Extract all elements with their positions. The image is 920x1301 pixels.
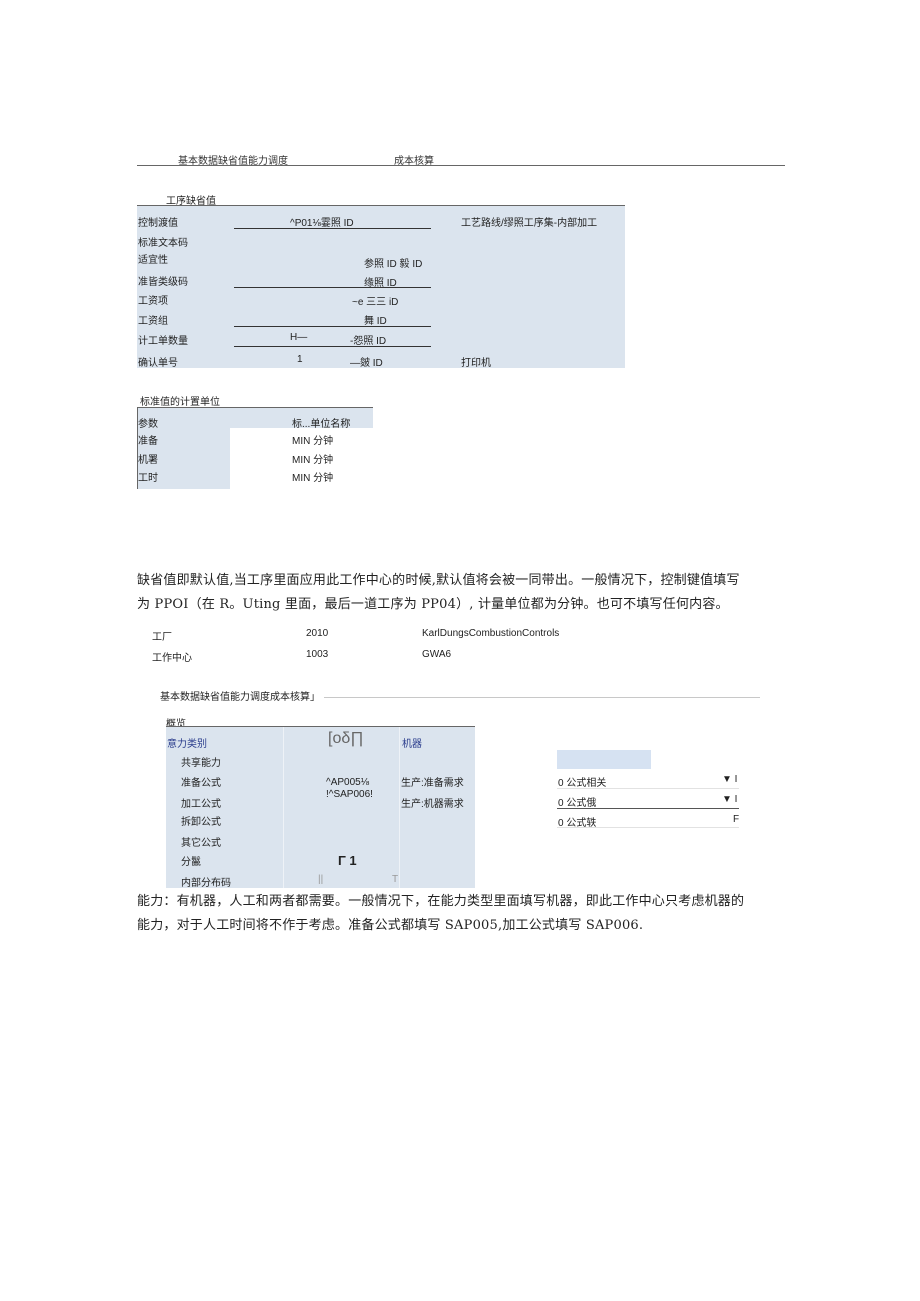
formula-side-input[interactable]	[557, 750, 651, 769]
paragraph-defaults-explanation: 缺省值即默认值,当工序里面应用此工作中心的时候,默认值将会被一同带出。一般情况下…	[137, 569, 787, 617]
units-row-unit[interactable]: MIN 分钟	[292, 451, 333, 466]
wage-group-label: 工资组	[138, 316, 168, 327]
suitability-field[interactable]: 参照 ID 毅 ID	[364, 255, 422, 270]
control-key-field[interactable]: ^P01⅛霎照 ID	[290, 214, 354, 229]
distribution-key-field[interactable]: ||	[318, 874, 323, 885]
units-row-param: 准备	[138, 436, 158, 447]
distribution-key-marker: T	[392, 874, 399, 885]
capacity-category-field[interactable]: [oδ∏	[328, 730, 363, 748]
formula-side-divider	[557, 808, 739, 809]
units-section-title: 标准值的计置单位	[140, 397, 220, 408]
control-key-description: 工艺路线/缪照工序集-内部加工	[461, 218, 598, 229]
paragraph-line: 为 PPOI（在 R。Uting 里面，最后一道工序为 PP04）, 计量单位都…	[137, 597, 729, 612]
units-row-param: 机署	[138, 455, 158, 466]
formula-side-row-mark: F	[733, 814, 740, 825]
setup-formula-label: 准备公式	[181, 778, 221, 789]
capacity-category-value: 机器	[402, 739, 422, 750]
confirmation-number-field[interactable]: —皴 ID	[350, 354, 383, 369]
units-row-unit[interactable]: MIN 分钟	[292, 432, 333, 447]
setup-type-key-underline	[234, 287, 431, 288]
plant-name: KarlDungsCombustionControls	[422, 628, 560, 639]
plant-code[interactable]: 2010	[306, 628, 328, 639]
plant-label: 工厂	[152, 632, 172, 643]
paragraph-capacity-explanation: 能力：有机器，人工和两者都需要。一般情况下，在能力类型里面填写机器，即此工作中心…	[137, 890, 787, 938]
units-header-unit-name: 标...单位名称	[292, 419, 351, 430]
confirmation-number-label: 确认单号	[138, 358, 178, 369]
setup-formula-field[interactable]: ^AP005⅛	[326, 777, 369, 788]
formula-side-divider	[557, 827, 739, 828]
control-key-label: 控制渡值	[138, 218, 178, 229]
paragraph-line: 能力，对于人工时间将不作于考虑。准备公式都填写 SAP005,加工公式填写 SA…	[137, 918, 644, 933]
confirmation-number-value[interactable]: 1	[297, 354, 303, 365]
printer-label: 打印机	[461, 358, 491, 369]
tab-strip-divider	[137, 165, 785, 166]
capacity-category-label: 意力类别	[167, 739, 207, 750]
dropdown-arrow-icon[interactable]: ▼ I	[722, 774, 737, 785]
processing-formula-field[interactable]: !^SAP006!	[326, 789, 373, 800]
pooled-capacity-label: 共享能力	[181, 758, 221, 769]
setup-formula-description: 生产:准备需求	[401, 778, 464, 789]
distribution-key-label: 内部分布码	[181, 878, 231, 889]
formula-side-row-label: 0 公式俄	[558, 798, 597, 809]
time-tickets-field[interactable]: -怨照 ID	[350, 332, 386, 347]
time-tickets-label: 计工单数量	[138, 336, 188, 347]
paragraph-line: 能力：有机器，人工和两者都需要。一般情况下，在能力类型里面填写机器，即此工作中心…	[137, 894, 745, 909]
overview-col-divider	[283, 727, 284, 888]
work-center-code[interactable]: 1003	[306, 649, 328, 660]
wage-group-field[interactable]: 舞 ID	[364, 312, 387, 327]
tab-strip-divider	[324, 697, 760, 698]
tab-strip-capacities[interactable]: 基本数据缺省值能力调度成本核算」	[160, 688, 320, 703]
formula-side-divider	[557, 788, 739, 789]
splitting-label: 分鬣	[181, 857, 201, 868]
time-tickets-underline	[234, 346, 431, 347]
wage-type-label: 工资项	[138, 296, 168, 307]
time-tickets-quantity[interactable]: H—	[290, 332, 307, 343]
work-center-name: GWA6	[422, 649, 452, 660]
setup-type-key-label: 准皆类级码	[138, 277, 188, 288]
teardown-formula-label: 拆卸公式	[181, 817, 221, 828]
units-row-unit[interactable]: MIN 分钟	[292, 469, 333, 484]
standard-text-key-label: 标准文本码	[138, 238, 188, 249]
work-center-label: 工作中心	[152, 653, 192, 664]
dropdown-arrow-icon[interactable]: ▼ I	[722, 794, 737, 805]
processing-formula-description: 生产:机器需求	[401, 799, 464, 810]
units-row-param: 工时	[138, 473, 158, 484]
units-header-parameter: 参数	[138, 419, 158, 430]
other-formula-label: 其它公式	[181, 838, 221, 849]
paragraph-line: 缺省值即默认值,当工序里面应用此工作中心的时候,默认值将会被一同带出。一般情况下…	[137, 573, 740, 588]
processing-formula-label: 加工公式	[181, 799, 221, 810]
formula-side-row-label: 0 公式相关	[558, 778, 607, 789]
wage-type-field[interactable]: ~e 三三 iD	[352, 293, 398, 308]
wage-group-underline	[234, 326, 431, 327]
suitability-label: 适宜性	[138, 255, 168, 266]
control-key-underline	[234, 228, 431, 229]
splitting-field[interactable]: Γ 1	[338, 853, 357, 868]
overview-col-divider	[399, 727, 400, 888]
